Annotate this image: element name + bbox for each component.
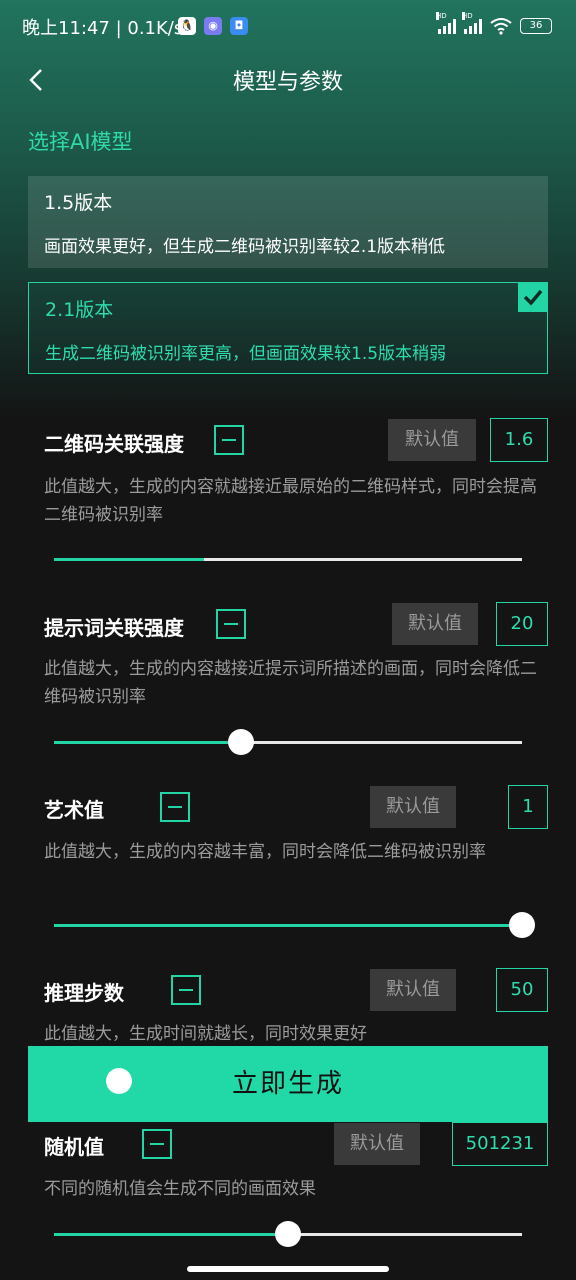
collapse-minus-icon[interactable] xyxy=(142,1129,172,1159)
status-bar: 晚上11:47 | 0.1K/s 🐧 ◉ ◘ HD HD 36 xyxy=(0,0,576,52)
check-icon xyxy=(518,282,548,312)
default-value-button[interactable]: 默认值 xyxy=(370,786,456,828)
page-title: 模型与参数 xyxy=(232,70,343,95)
collapse-minus-icon[interactable] xyxy=(160,792,190,822)
model-option-1-5[interactable]: 1.5版本 画面效果更好，但生成二维码被识别率较2.1版本稍低 xyxy=(28,176,548,268)
qq-icon: 🐧 xyxy=(178,17,196,35)
collapse-minus-icon[interactable] xyxy=(214,425,244,455)
wifi-icon xyxy=(490,18,512,35)
value-input[interactable]: 20 xyxy=(496,602,548,646)
model-desc: 生成二维码被识别率更高，但画面效果较1.5版本稍弱 xyxy=(45,344,447,364)
model-name: 2.1版本 xyxy=(45,299,114,321)
collapse-minus-icon[interactable] xyxy=(216,609,246,639)
slider-fill xyxy=(54,558,204,561)
slider-thumb[interactable] xyxy=(509,912,535,938)
param-title-prompt-strength: 提示词关联强度 xyxy=(44,616,184,640)
param-desc: 此值越大，生成的内容越接近提示词所描述的画面，同时会降低二维码被识别率 xyxy=(44,659,537,707)
param-desc: 此值越大，生成的内容越丰富，同时会降低二维码被识别率 xyxy=(44,842,486,862)
param-desc: 不同的随机值会生成不同的画面效果 xyxy=(44,1179,316,1199)
param-title-qr-strength: 二维码关联强度 xyxy=(44,432,184,456)
value-input[interactable]: 1.6 xyxy=(490,418,548,462)
slider-random-seed[interactable] xyxy=(54,1221,522,1247)
signal-icon: HD xyxy=(436,12,456,34)
slider-fill xyxy=(54,1233,288,1236)
slider-qr-strength[interactable] xyxy=(54,558,522,561)
default-value-button[interactable]: 默认值 xyxy=(334,1123,420,1165)
model-desc: 画面效果更好，但生成二维码被识别率较2.1版本稍低 xyxy=(44,237,446,257)
status-right: HD HD 36 xyxy=(436,12,552,38)
home-indicator[interactable] xyxy=(187,1266,389,1272)
param-desc: 此值越大，生成的内容就越接近最原始的二维码样式，同时会提高二维码被识别率 xyxy=(44,477,537,525)
value-input[interactable]: 1 xyxy=(508,785,548,829)
signal-icon-2: HD xyxy=(462,12,482,34)
param-title-art-value: 艺术值 xyxy=(44,798,104,822)
value-input[interactable]: 50 xyxy=(496,968,548,1012)
model-option-2-1[interactable]: 2.1版本 生成二维码被识别率更高，但画面效果较1.5版本稍弱 xyxy=(28,282,548,374)
slider-fill xyxy=(54,741,242,744)
model-section-label: 选择AI模型 xyxy=(28,130,133,154)
slider-fill xyxy=(54,924,522,927)
value-input[interactable]: 501231 xyxy=(452,1122,548,1166)
default-value-button[interactable]: 默认值 xyxy=(370,969,456,1011)
param-desc: 此值越大，生成时间就越长，同时效果更好 xyxy=(44,1024,367,1044)
slider-thumb[interactable] xyxy=(275,1221,301,1247)
param-title-inference-steps: 推理步数 xyxy=(44,981,124,1005)
default-value-button[interactable]: 默认值 xyxy=(392,603,478,645)
message-icon: ◘ xyxy=(230,17,248,35)
param-title-random-seed: 随机值 xyxy=(44,1135,104,1159)
model-name: 1.5版本 xyxy=(44,192,113,214)
default-value-button[interactable]: 默认值 xyxy=(388,419,476,461)
slider-prompt-strength[interactable] xyxy=(54,729,522,755)
slider-art-value[interactable] xyxy=(54,912,535,938)
app-notification-icon: ◉ xyxy=(204,17,222,35)
collapse-minus-icon[interactable] xyxy=(171,975,201,1005)
status-time: 晚上11:47 | 0.1K/s xyxy=(22,18,184,39)
battery-icon: 36 xyxy=(520,18,552,34)
slider-thumb[interactable] xyxy=(228,729,255,755)
floating-touch-dot[interactable] xyxy=(106,1068,132,1094)
